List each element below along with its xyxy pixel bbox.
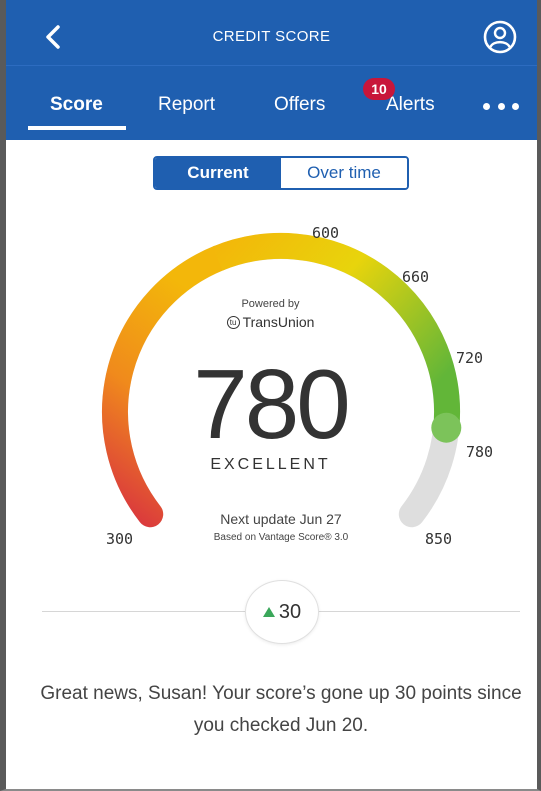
score-change-value: 30 bbox=[278, 600, 302, 623]
tab-score[interactable]: Score bbox=[50, 94, 103, 116]
user-circle-icon bbox=[483, 20, 517, 54]
more-horizontal-icon bbox=[483, 102, 490, 110]
powered-by-label: Powered by bbox=[241, 298, 300, 310]
tab-report[interactable]: Report bbox=[158, 94, 215, 116]
score-message: Great news, Susan! Your score’s gone up … bbox=[40, 683, 522, 736]
more-horizontal-icon bbox=[497, 102, 505, 110]
provider-name: TransUnion bbox=[242, 314, 315, 330]
page-title: CREDIT SCORE bbox=[212, 28, 331, 45]
toggle-over-time[interactable]: Over time bbox=[281, 158, 407, 188]
active-tab-indicator bbox=[28, 126, 126, 130]
more-menu-button[interactable] bbox=[483, 96, 519, 116]
score-model-text: Based on Vantage Score® 3.0 bbox=[213, 532, 349, 543]
arrow-up-icon bbox=[262, 607, 275, 617]
tick-label: 600 bbox=[312, 224, 340, 242]
tab-alerts[interactable]: Alerts bbox=[386, 94, 435, 116]
tick-label: 660 bbox=[402, 268, 430, 286]
tab-bar: Score Report Offers Alerts 10 bbox=[6, 68, 537, 130]
alerts-count-badge: 10 bbox=[363, 78, 395, 100]
next-update-text: Next update Jun 27 bbox=[220, 511, 342, 527]
toggle-current[interactable]: Current bbox=[155, 158, 281, 188]
app-header: CREDIT SCORE Score Report Offers Alerts … bbox=[6, 0, 537, 140]
title-bar: CREDIT SCORE bbox=[6, 8, 537, 66]
credit-score-value: 780 bbox=[193, 349, 351, 459]
tab-offers[interactable]: Offers bbox=[274, 94, 325, 116]
score-rating: EXCELLENT bbox=[210, 456, 331, 473]
profile-button[interactable] bbox=[481, 18, 519, 56]
score-change-badge: 30 bbox=[245, 580, 319, 644]
transunion-mark-icon: tu bbox=[226, 315, 240, 329]
more-horizontal-icon bbox=[512, 102, 519, 110]
transunion-logo: tu TransUnion bbox=[0, 314, 541, 330]
view-toggle: Current Over time bbox=[153, 156, 409, 190]
